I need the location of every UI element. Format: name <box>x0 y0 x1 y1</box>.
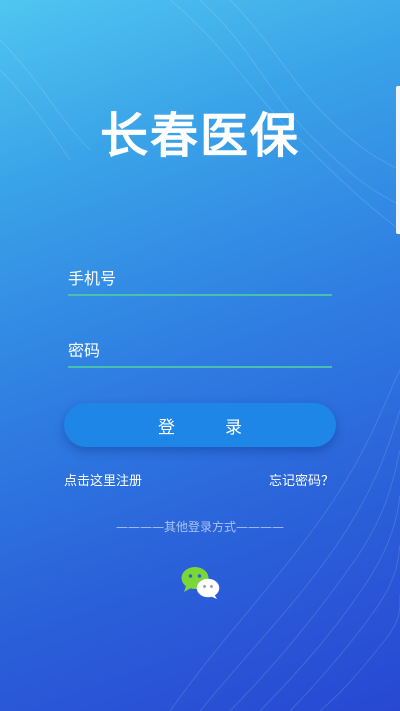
password-field[interactable] <box>68 334 332 368</box>
register-link[interactable]: 点击这里注册 <box>64 470 142 489</box>
phone-field[interactable] <box>68 262 332 296</box>
app-title: 长春医保 <box>99 108 300 164</box>
password-input[interactable] <box>68 334 332 366</box>
phone-input[interactable] <box>68 262 332 294</box>
wechat-login-button[interactable] <box>180 566 222 600</box>
password-underline <box>68 366 332 368</box>
login-button-label: 登录 <box>158 417 292 438</box>
forgot-password-link[interactable]: 忘记密码？ <box>269 470 334 489</box>
login-screen: 长春医保 登录 点击这里注册 忘记密码？ ————其他登录方式———— <box>0 0 400 711</box>
login-button[interactable]: 登录 <box>64 403 336 447</box>
other-login-label: ————其他登录方式———— <box>115 520 284 534</box>
wechat-icon <box>181 567 220 599</box>
phone-underline <box>68 294 332 296</box>
